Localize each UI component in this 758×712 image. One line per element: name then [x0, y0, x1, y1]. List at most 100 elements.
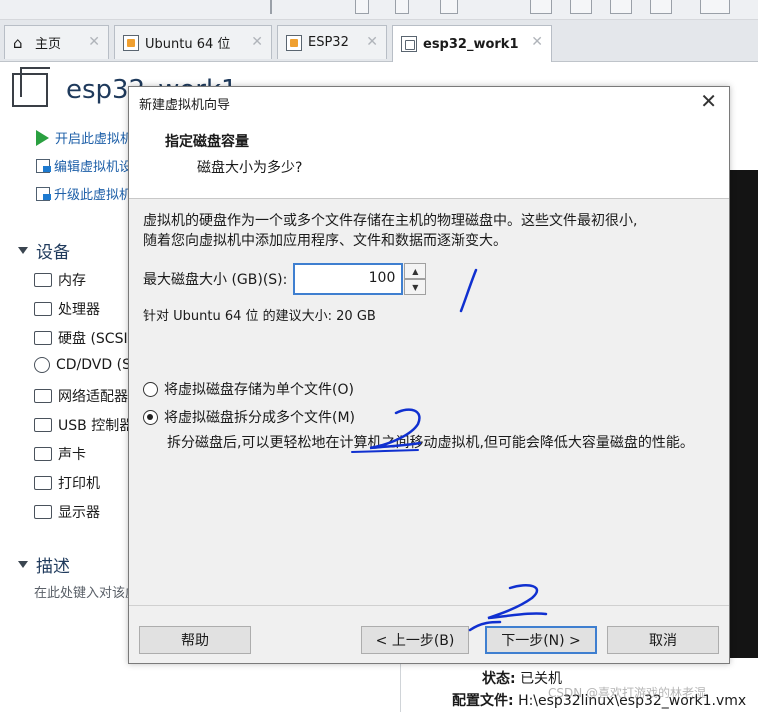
- play-icon: [36, 129, 49, 146]
- action-label: 开启此虚拟机: [55, 132, 134, 147]
- network-icon: [34, 389, 52, 403]
- radio-split-files[interactable]: 将虚拟磁盘拆分成多个文件(M): [143, 407, 355, 427]
- toolbar-icon[interactable]: [650, 0, 672, 14]
- stepper-up-icon[interactable]: ▲: [404, 263, 427, 279]
- device-label: 声卡: [58, 447, 86, 463]
- close-icon[interactable]: ✕: [88, 34, 100, 50]
- power-on-link[interactable]: 开启此虚拟机: [36, 128, 133, 147]
- tab-esp32-work1[interactable]: esp32_work1 ✕: [392, 25, 552, 62]
- preview-top: [728, 62, 758, 170]
- devices-section[interactable]: 设备: [18, 238, 70, 263]
- cancel-button[interactable]: 取消: [607, 626, 719, 654]
- device-label: 打印机: [58, 476, 100, 492]
- config-label: 配置文件:: [452, 693, 514, 709]
- radio-indicator[interactable]: [143, 409, 158, 425]
- tab-label: ESP32: [308, 35, 349, 50]
- printer-icon: [34, 476, 52, 490]
- disk-size-row: 最大磁盘大小 (GB)(S): 100 ▲ ▼: [143, 263, 427, 295]
- suggested-size: 针对 Ubuntu 64 位 的建议大小: 20 GB: [143, 309, 376, 324]
- toolbar-icon[interactable]: [610, 0, 632, 14]
- toolbar-icon[interactable]: [530, 0, 552, 14]
- toolbar-icon[interactable]: [570, 0, 592, 14]
- dialog-footer: 帮助 < 上一步(B) 下一步(N) > 取消: [129, 605, 729, 663]
- device-usb[interactable]: USB 控制器: [34, 415, 133, 435]
- collapse-icon: [18, 561, 28, 568]
- vm-icon: [123, 34, 139, 51]
- intro-line: 虚拟机的硬盘作为一个或多个文件存储在主机的物理磁盘中。这些文件最初很小,: [143, 213, 638, 229]
- radio-single-file[interactable]: 将虚拟磁盘存储为单个文件(O): [143, 379, 354, 399]
- dialog-titlebar[interactable]: 新建虚拟机向导 ✕: [129, 87, 729, 119]
- device-display[interactable]: 显示器: [34, 502, 100, 522]
- radio-indicator[interactable]: [143, 381, 158, 397]
- watermark: CSDN @喜欢打游戏的林老湿: [548, 686, 707, 700]
- dialog-title: 新建虚拟机向导: [139, 98, 231, 113]
- help-button[interactable]: 帮助: [139, 626, 251, 654]
- upgrade-icon: [36, 186, 51, 201]
- home-icon: ⌂: [13, 33, 23, 52]
- section-title: 描述: [36, 557, 70, 577]
- step-subtitle: 磁盘大小为多少?: [197, 160, 303, 176]
- description-section[interactable]: 描述: [18, 552, 70, 577]
- top-toolbar: [0, 0, 758, 20]
- disk-size-stepper: ▲ ▼: [404, 263, 427, 295]
- cpu-icon: [34, 302, 52, 316]
- toolbar-icon[interactable]: [355, 0, 369, 14]
- vm-icon: [286, 34, 302, 51]
- toolbar-separator: [270, 0, 272, 14]
- device-label: 内存: [58, 273, 86, 289]
- close-icon[interactable]: ✕: [700, 89, 717, 113]
- device-sound[interactable]: 声卡: [34, 444, 86, 464]
- toolbar-icon[interactable]: [395, 0, 409, 14]
- disk-icon: [34, 331, 52, 345]
- dialog-body: 虚拟机的硬盘作为一个或多个文件存储在主机的物理磁盘中。这些文件最初很小, 随着您…: [143, 211, 719, 451]
- close-icon[interactable]: ✕: [366, 34, 378, 50]
- radio-label: 将虚拟磁盘存储为单个文件(O): [164, 382, 354, 398]
- disk-size-input[interactable]: 100: [293, 263, 404, 295]
- tab-label: 主页: [35, 37, 62, 52]
- usb-icon: [34, 418, 52, 432]
- device-network[interactable]: 网络适配器: [34, 386, 128, 406]
- action-label: 升级此虚拟机: [54, 188, 133, 203]
- status-label: 状态:: [482, 671, 516, 687]
- disk-size-label: 最大磁盘大小 (GB)(S):: [143, 272, 288, 288]
- close-icon[interactable]: ✕: [531, 34, 543, 50]
- toolbar-icon[interactable]: [700, 0, 730, 14]
- device-printer[interactable]: 打印机: [34, 473, 100, 493]
- next-button[interactable]: 下一步(N) >: [485, 626, 597, 654]
- toolbar-icon[interactable]: [440, 0, 458, 14]
- disk-size-value: 100: [368, 270, 396, 286]
- device-label: 硬盘 (SCSI): [58, 331, 134, 347]
- close-icon[interactable]: ✕: [251, 34, 263, 50]
- tab-ubuntu[interactable]: Ubuntu 64 位 ✕: [114, 25, 272, 59]
- tab-bar: ⌂ 主页 ✕ Ubuntu 64 位 ✕ ESP32 ✕ esp32_work1…: [0, 20, 758, 62]
- device-cpu[interactable]: 处理器: [34, 299, 100, 319]
- collapse-icon: [18, 247, 28, 254]
- monitor-icon: [34, 505, 52, 519]
- dialog-header: 指定磁盘容量 磁盘大小为多少?: [129, 119, 729, 199]
- device-disk[interactable]: 硬盘 (SCSI): [34, 328, 133, 348]
- tab-label: esp32_work1: [423, 36, 519, 52]
- intro-line: 随着您向虚拟机中添加应用程序、文件和数据而逐渐变大。: [143, 233, 507, 249]
- device-label: 处理器: [58, 302, 100, 318]
- back-button[interactable]: < 上一步(B): [361, 626, 469, 654]
- stepper-down-icon[interactable]: ▼: [404, 279, 427, 295]
- radio-label: 将虚拟磁盘拆分成多个文件(M): [164, 410, 356, 426]
- edit-icon: [36, 158, 51, 173]
- vm-screen-preview[interactable]: [728, 170, 758, 658]
- step-title: 指定磁盘容量: [165, 134, 249, 150]
- memory-icon: [34, 273, 52, 287]
- tab-home[interactable]: ⌂ 主页 ✕: [4, 25, 109, 59]
- tab-esp32[interactable]: ESP32 ✕: [277, 25, 387, 59]
- tab-label: Ubuntu 64 位: [145, 37, 231, 52]
- upgrade-vm-link[interactable]: 升级此虚拟机: [36, 184, 132, 203]
- device-memory[interactable]: 内存: [34, 270, 86, 290]
- speaker-icon: [34, 447, 52, 461]
- new-vm-wizard-dialog: 新建虚拟机向导 ✕ 指定磁盘容量 磁盘大小为多少? 虚拟机的硬盘作为一个或多个文…: [128, 86, 730, 664]
- device-label: 网络适配器: [58, 389, 128, 405]
- vm-large-icon: [12, 67, 50, 107]
- section-title: 设备: [36, 243, 70, 263]
- vm-sidebar: 开启此虚拟机 编辑虚拟机设置 升级此虚拟机 设备 内存 处理器 硬盘 (SCSI…: [0, 112, 216, 712]
- device-label: 显示器: [58, 505, 100, 521]
- vm-icon: [401, 36, 417, 52]
- split-note: 拆分磁盘后,可以更轻松地在计算机之间移动虚拟机,但可能会降低大容量磁盘的性能。: [167, 435, 694, 451]
